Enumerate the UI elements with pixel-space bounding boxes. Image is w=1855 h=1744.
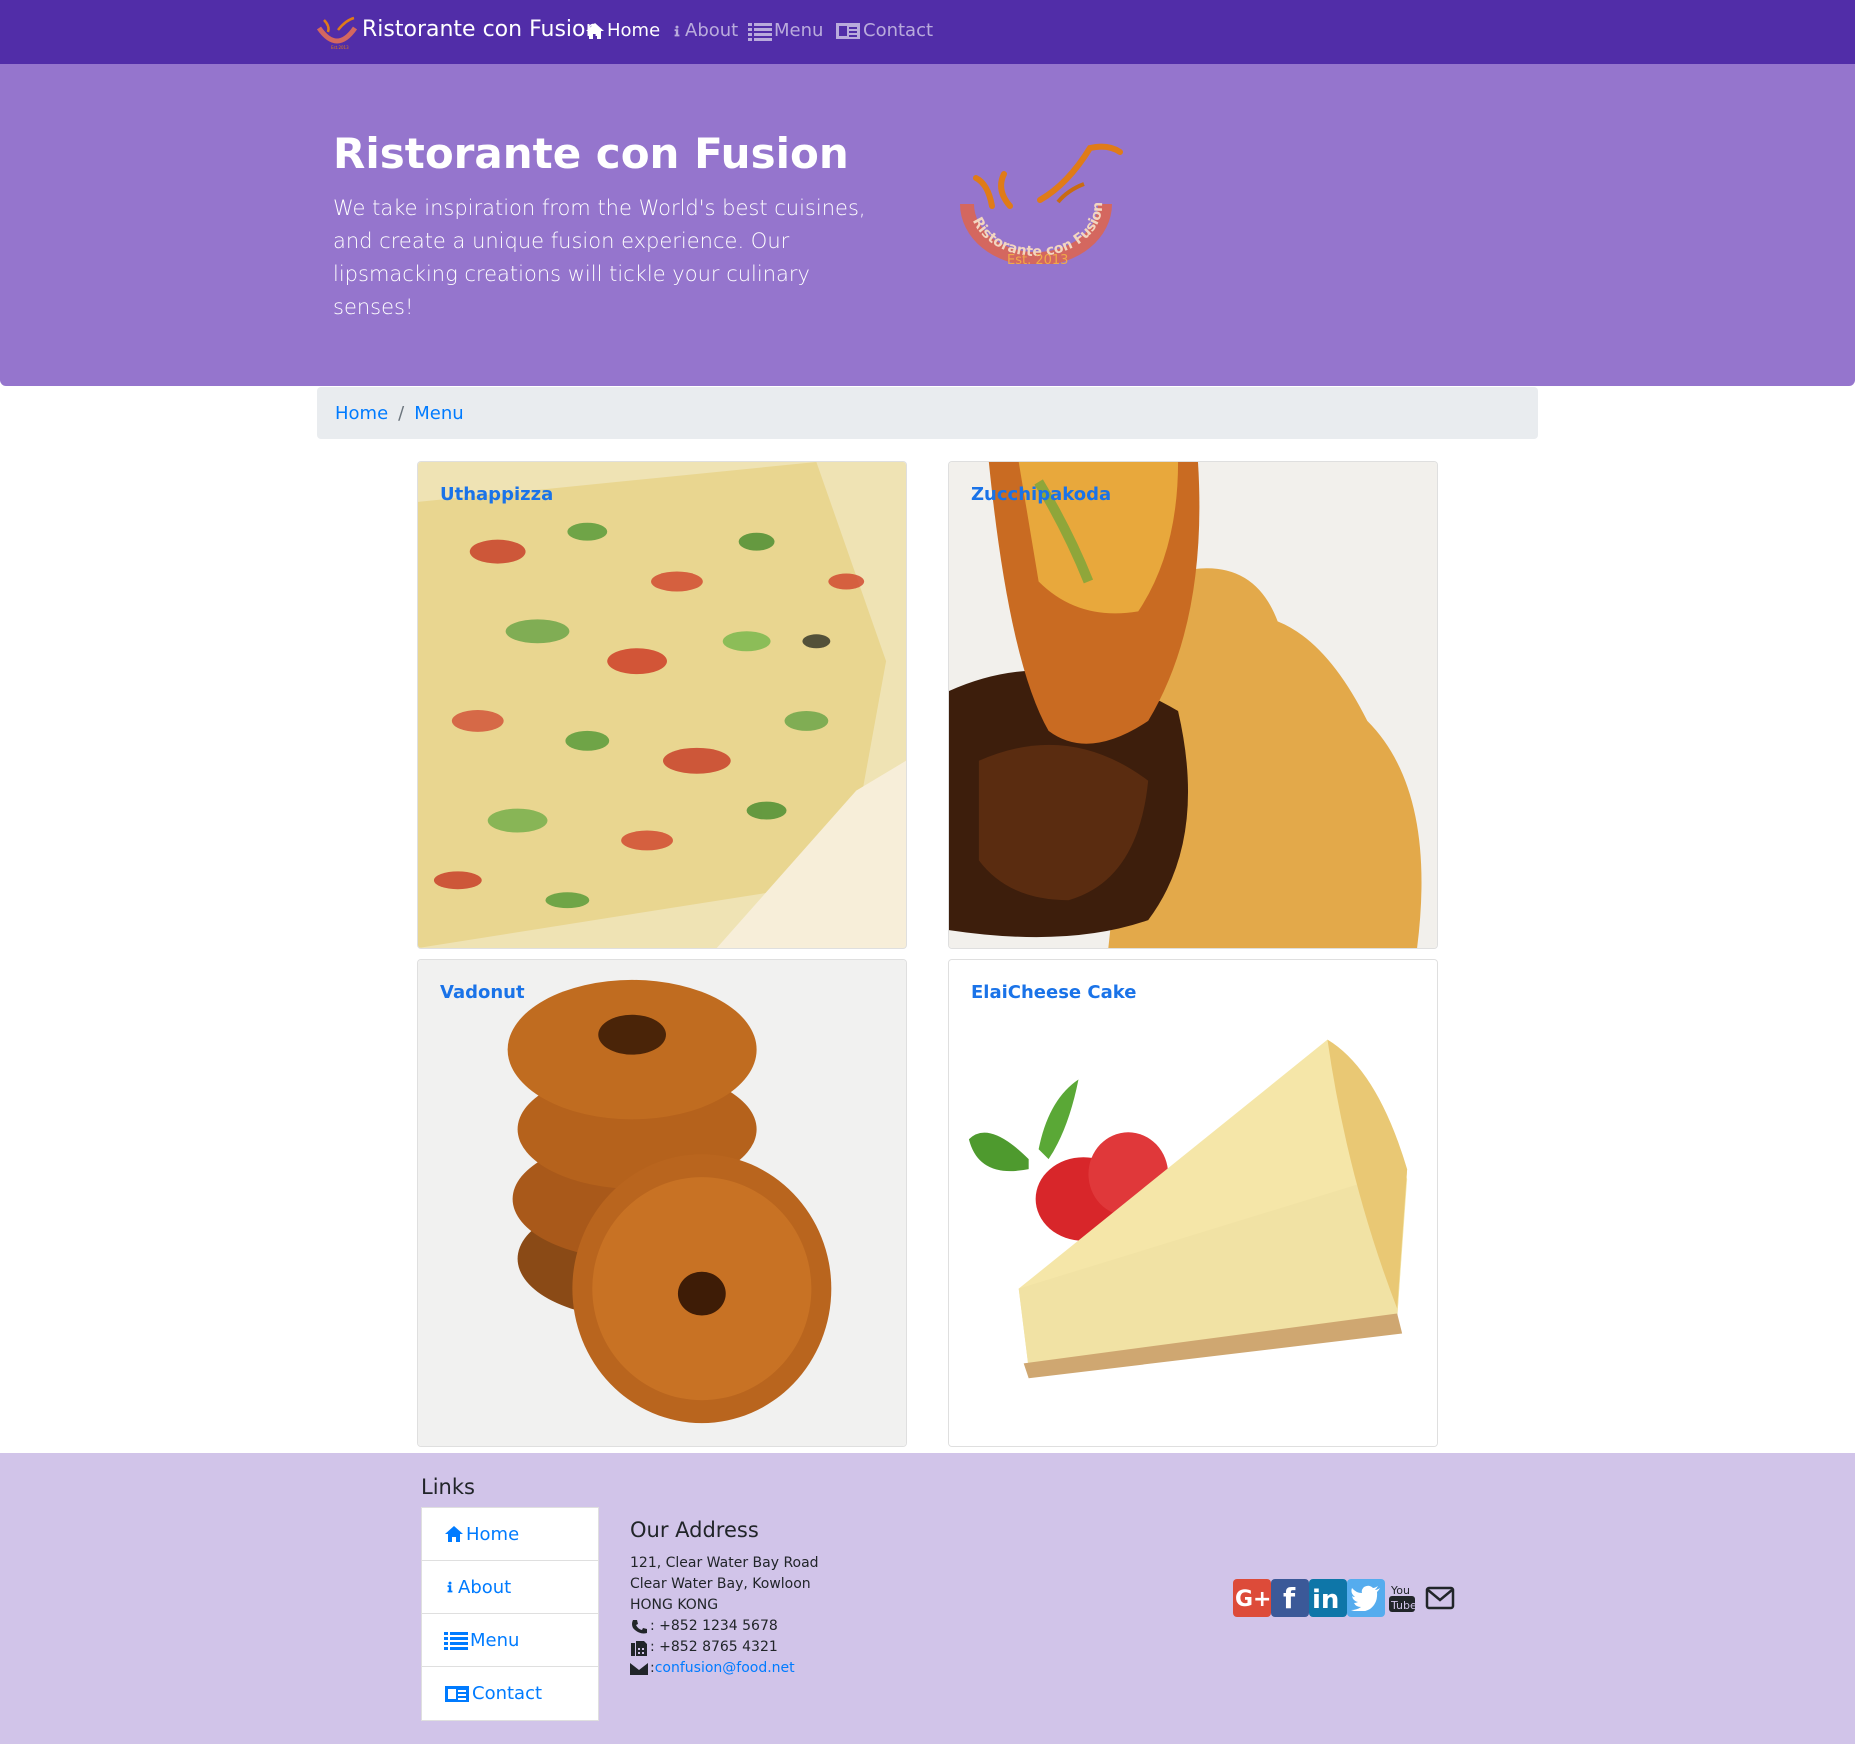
nav-about-label: About: [685, 20, 739, 41]
google-plus-icon: G+: [1235, 1587, 1270, 1612]
svg-text:in: in: [1312, 1585, 1339, 1613]
home-icon: [445, 1526, 463, 1542]
svg-text:You: You: [1390, 1584, 1410, 1597]
email-line: : confusion@food.net: [630, 1658, 819, 1679]
dish-card-elaicheese-cake[interactable]: ElaiCheese Cake: [948, 959, 1438, 1447]
footer-links-list: Home About Menu Contact: [421, 1507, 599, 1721]
dish-card-zucchipakoda[interactable]: Zucchipakoda: [948, 461, 1438, 949]
info-icon: [674, 25, 680, 36]
jumbotron: Ristorante con Fusion We take inspiratio…: [0, 64, 1855, 386]
home-icon: [586, 22, 604, 39]
facebook-icon: f: [1283, 1583, 1296, 1613]
svg-text:Tube: Tube: [1390, 1599, 1417, 1612]
breadcrumb: Home / Menu: [317, 387, 1538, 439]
footer-link-about[interactable]: About: [422, 1561, 598, 1614]
nav-contact[interactable]: Contact: [835, 20, 933, 41]
fax-line: : +852 8765 4321: [630, 1637, 819, 1658]
address-title: Our Address: [630, 1518, 759, 1542]
linkedin-button[interactable]: in: [1309, 1579, 1347, 1617]
info-icon: [447, 1581, 453, 1593]
restaurant-logo-icon[interactable]: Est.2013: [316, 16, 358, 50]
nav-contact-label: Contact: [863, 20, 934, 41]
jumbotron-lead: We take inspiration from the World's bes…: [333, 196, 866, 319]
footer-link-label: Home: [466, 1523, 520, 1545]
email-button[interactable]: [1421, 1579, 1459, 1617]
facebook-button[interactable]: f: [1271, 1579, 1309, 1617]
address-line: HONG KONG: [630, 1597, 719, 1613]
elaicheese-cake-image: [949, 960, 1437, 1446]
breadcrumb-home[interactable]: Home: [335, 403, 388, 424]
twitter-button[interactable]: [1347, 1579, 1385, 1617]
list-icon: [444, 1632, 468, 1650]
dish-title: Uthappizza: [440, 484, 554, 505]
footer-link-label: About: [458, 1576, 512, 1598]
svg-text:G+: G+: [1235, 1587, 1270, 1612]
phone-line: : +852 1234 5678: [630, 1616, 819, 1637]
uthappizza-image: [418, 462, 906, 948]
dish-title: Vadonut: [440, 982, 525, 1003]
footer-link-menu[interactable]: Menu: [422, 1614, 598, 1667]
navbar: Est.2013 Ristorante con Fusion Home Abou…: [0, 0, 1855, 64]
nav-about[interactable]: About: [671, 20, 738, 41]
svg-text:Est.2013: Est.2013: [331, 45, 349, 50]
svg-text:f: f: [1283, 1583, 1296, 1613]
vadonut-image: [418, 960, 906, 1446]
address-line: Clear Water Bay, Kowloon: [630, 1576, 811, 1592]
youtube-button[interactable]: You Tube: [1385, 1579, 1419, 1617]
google-plus-button[interactable]: G+: [1233, 1579, 1271, 1617]
breadcrumb-separator: /: [398, 402, 405, 424]
footer-link-label: Contact: [472, 1683, 543, 1704]
logo-est-text: Est. 2013: [1007, 253, 1068, 264]
jumbotron-title: Ristorante con Fusion: [333, 129, 849, 178]
brand-name[interactable]: Ristorante con Fusion: [362, 17, 599, 42]
phone-number: : +852 1234 5678: [650, 1618, 778, 1634]
linkedin-icon: in: [1312, 1585, 1339, 1613]
envelope-icon: [630, 1662, 648, 1675]
phone-icon: [632, 1619, 647, 1633]
footer: Links Home About Menu Contact Our Addres…: [0, 1453, 1855, 1744]
nav-home-label: Home: [607, 20, 661, 41]
footer-link-home[interactable]: Home: [422, 1508, 598, 1561]
fax-number: : +852 8765 4321: [650, 1639, 778, 1655]
email-link[interactable]: confusion@food.net: [655, 1658, 795, 1679]
list-icon: [748, 22, 772, 41]
footer-link-contact[interactable]: Contact: [422, 1667, 598, 1720]
footer-links-title: Links: [421, 1475, 475, 1499]
dish-card-uthappizza[interactable]: Uthappizza: [417, 461, 907, 949]
dish-title: ElaiCheese Cake: [971, 982, 1137, 1003]
twitter-icon: [1351, 1585, 1380, 1611]
dish-title: Zucchipakoda: [971, 484, 1112, 505]
dish-card-vadonut[interactable]: Vadonut: [417, 959, 907, 1447]
youtube-icon: You Tube: [1389, 1584, 1417, 1612]
address-block: 121, Clear Water Bay Road Clear Water Ba…: [630, 1553, 819, 1679]
nav-home[interactable]: Home: [585, 20, 660, 41]
breadcrumb-current[interactable]: Menu: [414, 403, 463, 424]
address-card-icon: [836, 22, 860, 39]
nav-menu[interactable]: Menu: [748, 20, 823, 41]
envelope-icon: [1425, 1586, 1455, 1610]
restaurant-logo-large-icon: Ristorante con Fusion Est. 2013: [960, 143, 1123, 264]
footer-link-label: Menu: [470, 1629, 520, 1651]
zucchipakoda-image: [949, 462, 1437, 948]
nav-menu-label: Menu: [774, 20, 824, 41]
fax-icon: [631, 1640, 647, 1656]
address-card-icon: [445, 1685, 469, 1702]
address-line: 121, Clear Water Bay Road: [630, 1555, 819, 1571]
